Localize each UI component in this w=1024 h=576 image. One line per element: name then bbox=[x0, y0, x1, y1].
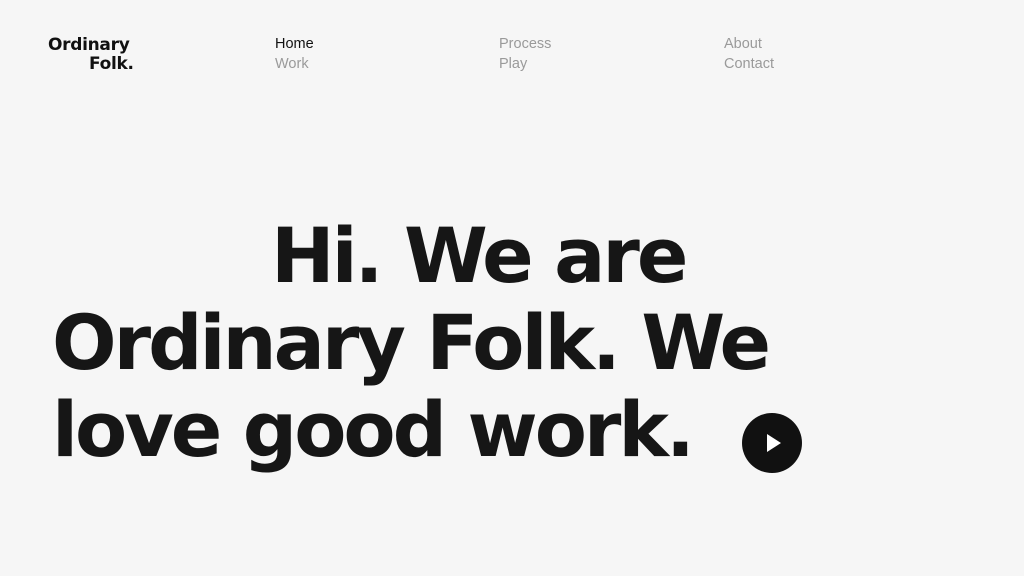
main-nav: Home Work Process Play About Contact bbox=[0, 34, 1024, 78]
play-video-button[interactable] bbox=[742, 413, 802, 473]
nav-link-process[interactable]: Process bbox=[499, 34, 659, 54]
nav-column-3: About Contact bbox=[724, 34, 884, 74]
nav-link-work[interactable]: Work bbox=[275, 54, 435, 74]
hero-line-1: Hi. We are bbox=[271, 211, 688, 300]
nav-column-2: Process Play bbox=[499, 34, 659, 74]
nav-link-play[interactable]: Play bbox=[499, 54, 659, 74]
hero-headline: Hi. We are Ordinary Folk. We love good w… bbox=[52, 212, 952, 473]
play-icon bbox=[767, 434, 781, 452]
hero-line-3: love good work. bbox=[52, 385, 695, 474]
hero-line-2: Ordinary Folk. We bbox=[52, 298, 771, 387]
nav-link-about[interactable]: About bbox=[724, 34, 884, 54]
nav-column-1: Home Work bbox=[275, 34, 435, 74]
nav-link-home[interactable]: Home bbox=[275, 34, 435, 54]
nav-link-contact[interactable]: Contact bbox=[724, 54, 884, 74]
